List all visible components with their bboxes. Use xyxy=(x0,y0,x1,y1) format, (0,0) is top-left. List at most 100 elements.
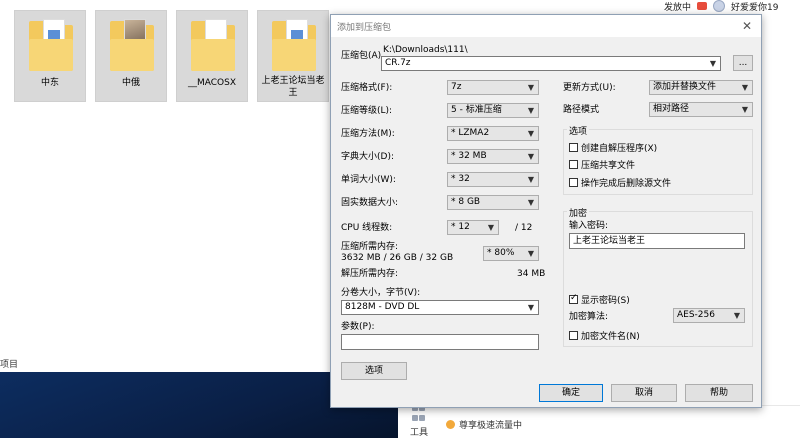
options-group-title: 选项 xyxy=(567,124,590,137)
split-combo[interactable]: 8128M - DVD DL ▼ xyxy=(341,300,539,315)
encrypt-names-checkbox[interactable]: 加密文件名(N) xyxy=(569,329,640,342)
help-button[interactable]: 帮助 xyxy=(685,384,753,402)
ok-button[interactable]: 确定 xyxy=(539,384,603,402)
sfx-checkbox[interactable]: 创建自解压程序(X) xyxy=(569,141,657,154)
folder-tile-2[interactable]: 中俄 xyxy=(95,10,167,102)
folder-name: 上老王论坛当老王 xyxy=(261,76,325,98)
path-mode-value: 相对路径 xyxy=(653,104,690,114)
folder-icon xyxy=(110,17,154,73)
delete-source-label: 操作完成后删除源文件 xyxy=(581,179,672,189)
chevron-down-icon[interactable]: ▼ xyxy=(708,58,718,69)
mem-comp-detail: 3632 MB / 26 GB / 32 GB xyxy=(341,253,454,263)
method-value: * LZMA2 xyxy=(451,128,490,138)
dialog-title: 添加到压缩包 xyxy=(337,22,392,33)
encrypt-names-label: 加密文件名(N) xyxy=(581,332,640,342)
folder-name: __MACOSX xyxy=(187,78,236,88)
path-mode-combo[interactable]: 相对路径 ▼ xyxy=(649,102,753,117)
show-password-checkbox[interactable]: 显示密码(S) xyxy=(569,293,630,306)
chevron-down-icon: ▼ xyxy=(527,152,535,161)
folder-icon xyxy=(272,17,316,73)
method-combo[interactable]: * LZMA2 ▼ xyxy=(447,126,539,141)
notification-icon[interactable] xyxy=(697,2,708,10)
checkbox-box xyxy=(569,160,578,169)
split-value: 8128M - DVD DL xyxy=(345,302,420,312)
word-combo[interactable]: * 32 ▼ xyxy=(447,172,539,187)
shared-checkbox[interactable]: 压缩共享文件 xyxy=(569,158,635,171)
chevron-down-icon: ▼ xyxy=(527,175,535,184)
sfx-label: 创建自解压程序(X) xyxy=(581,144,658,154)
dict-value: * 32 MB xyxy=(451,151,487,161)
mem-decomp-label: 解压所需内存: xyxy=(341,269,399,279)
archive-name-combo[interactable]: CR.7z ▼ xyxy=(381,56,721,71)
vip-icon xyxy=(446,420,455,429)
checkbox-box xyxy=(569,143,578,152)
user-name[interactable]: 好爱爱你19 xyxy=(731,0,778,13)
top-right-strip: 发放中 好爱爱你19 xyxy=(664,0,800,13)
folder-tile-3[interactable]: __MACOSX xyxy=(176,10,248,102)
enc-method-combo[interactable]: AES-256 ▼ xyxy=(673,308,745,323)
chevron-down-icon: ▼ xyxy=(527,129,535,138)
mem-decomp-value: 34 MB xyxy=(517,269,546,279)
update-value: 添加并替换文件 xyxy=(653,82,717,92)
mem-percent-value: * 80% xyxy=(487,248,515,258)
folder-name: 中俄 xyxy=(121,78,140,88)
folder-tile-1[interactable]: 中东 xyxy=(14,10,86,102)
cpu-value: * 12 xyxy=(451,222,470,232)
chevron-down-icon: ▼ xyxy=(741,105,749,114)
encryption-group-title: 加密 xyxy=(567,206,590,219)
sidebar-fragment-label: 项目 xyxy=(0,360,19,370)
chevron-down-icon: ▼ xyxy=(527,106,535,115)
params-input[interactable] xyxy=(341,334,539,350)
show-password-label: 显示密码(S) xyxy=(581,296,630,306)
close-icon[interactable]: ✕ xyxy=(739,18,755,34)
avatar[interactable] xyxy=(713,0,726,12)
format-combo[interactable]: 7z ▼ xyxy=(447,80,539,95)
chevron-down-icon: ▼ xyxy=(733,311,741,320)
options-button[interactable]: 选项 xyxy=(341,362,407,380)
update-combo[interactable]: 添加并替换文件 ▼ xyxy=(649,80,753,95)
browse-button[interactable]: ... xyxy=(733,55,753,71)
dialog-titlebar[interactable]: 添加到压缩包 ✕ xyxy=(331,15,761,37)
tools-label[interactable]: 工具 xyxy=(410,425,428,438)
update-label: 更新方式(U): xyxy=(563,83,616,93)
folder-name: 中东 xyxy=(40,78,59,88)
format-value: 7z xyxy=(451,82,462,92)
method-label: 压缩方法(M): xyxy=(341,129,395,139)
chevron-down-icon: ▼ xyxy=(527,83,535,92)
cpu-label: CPU 线程数: xyxy=(341,223,393,233)
folder-icon xyxy=(29,17,73,73)
dict-label: 字典大小(D): xyxy=(341,152,394,162)
vip-text: 尊享极速流量中 xyxy=(459,421,523,431)
password-input[interactable]: 上老王论坛当老王 xyxy=(569,233,745,249)
level-combo[interactable]: 5 - 标准压缩 ▼ xyxy=(447,103,539,118)
path-mode-label: 路径模式 xyxy=(563,105,600,115)
word-value: * 32 xyxy=(451,174,470,184)
solid-combo[interactable]: * 8 GB ▼ xyxy=(447,195,539,210)
chevron-down-icon: ▼ xyxy=(527,198,535,207)
checkbox-box xyxy=(569,178,578,187)
archive-name-value: CR.7z xyxy=(385,58,411,68)
cpu-total: / 12 xyxy=(515,223,533,233)
chevron-down-icon: ▼ xyxy=(741,83,749,92)
enc-method-label: 加密算法: xyxy=(569,312,609,322)
vip-speed-banner[interactable]: 尊享极速流量中 xyxy=(446,418,522,431)
dict-combo[interactable]: * 32 MB ▼ xyxy=(447,149,539,164)
cpu-combo[interactable]: * 12 ▼ xyxy=(447,220,499,235)
solid-label: 固实数据大小: xyxy=(341,198,399,208)
folder-tile-4[interactable]: 上老王论坛当老王 xyxy=(257,10,329,102)
shared-label: 压缩共享文件 xyxy=(581,161,636,171)
mem-comp-label: 压缩所需内存: xyxy=(341,242,399,252)
chevron-down-icon: ▼ xyxy=(527,303,535,312)
mem-percent-combo[interactable]: * 80% ▼ xyxy=(483,246,539,261)
folder-icon xyxy=(191,17,235,73)
cancel-button[interactable]: 取消 xyxy=(611,384,677,402)
password-label: 输入密码: xyxy=(569,221,609,231)
archive-path: K:\Downloads\111\ xyxy=(383,45,468,55)
split-label: 分卷大小，字节(V): xyxy=(341,288,421,298)
status-text: 发放中 xyxy=(664,2,692,13)
word-label: 单词大小(W): xyxy=(341,175,396,185)
solid-value: * 8 GB xyxy=(451,197,481,207)
chevron-down-icon: ▼ xyxy=(487,223,495,232)
delete-source-checkbox[interactable]: 操作完成后删除源文件 xyxy=(569,176,671,189)
checkbox-box xyxy=(569,331,578,340)
